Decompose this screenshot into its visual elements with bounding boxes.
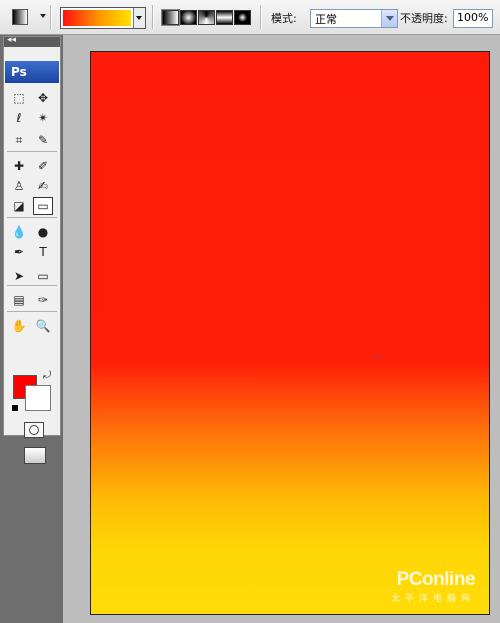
watermark-brand: PConline — [396, 569, 476, 590]
radial-gradient-button[interactable] — [180, 10, 197, 25]
healing-brush-tool-icon[interactable]: ✚ — [9, 157, 29, 175]
move-tool-icon[interactable]: ✥ — [33, 89, 53, 107]
gradient-picker[interactable] — [60, 7, 146, 29]
slice-tool-icon[interactable]: ✎ — [33, 131, 53, 149]
collapse-icon[interactable]: ◂◂ — [7, 35, 16, 45]
eyedropper-tool-icon[interactable]: ✑ — [33, 291, 53, 309]
reflected-gradient-button[interactable] — [216, 10, 233, 25]
mode-label: 模式: — [271, 12, 297, 25]
crop-tool-icon[interactable]: ⌗ — [9, 131, 29, 149]
lasso-tool-icon[interactable]: ℓ — [9, 109, 29, 127]
opacity-label: 不透明度: — [400, 12, 448, 25]
document-canvas[interactable]: PConline 太平洋电脑网 — [90, 51, 490, 615]
screen-mode-button[interactable] — [24, 447, 46, 464]
chevron-down-icon[interactable] — [381, 10, 397, 27]
eraser-tool-icon[interactable]: ◪ — [9, 197, 29, 215]
quick-mask-button[interactable] — [24, 422, 44, 438]
mode-select[interactable]: 正常 — [310, 9, 398, 28]
brush-tool-icon[interactable]: ✐ — [33, 157, 53, 175]
toolbox: ◂◂ Ps ⬚ ✥ ℓ ✴ ⌗ ✎ ✚ ✐ ♙ ✍ ◪ ▭ 💧 ● ✒ T ➤ ▭ ▤ ✑ ✋ 🔍 ⤾ — [3, 35, 61, 464]
toolbox-separator — [7, 151, 57, 152]
tool-preset-picker[interactable] — [12, 8, 46, 26]
options-bar: 模式: 正常 不透明度: 100% — [0, 0, 500, 35]
background-color-swatch[interactable] — [25, 385, 51, 411]
magic-wand-tool-icon[interactable]: ✴ — [33, 109, 53, 127]
gradient-tool-preset-icon — [12, 9, 28, 25]
type-tool-icon[interactable]: T — [33, 243, 53, 261]
default-colors-icon[interactable] — [11, 404, 19, 412]
toolbox-separator — [7, 217, 57, 218]
watermark-subtitle: 太平洋电脑网 — [390, 594, 475, 604]
opacity-input[interactable]: 100% — [453, 9, 493, 28]
pen-tool-icon[interactable]: ✒ — [9, 243, 29, 261]
zoom-tool-icon[interactable]: 🔍 — [33, 317, 53, 335]
opacity-value: 100% — [457, 11, 489, 24]
linear-gradient-button[interactable] — [162, 10, 179, 25]
clone-stamp-tool-icon[interactable]: ♙ — [9, 177, 29, 195]
angle-gradient-button[interactable] — [198, 10, 215, 25]
toolbox-header[interactable]: ◂◂ — [4, 35, 60, 47]
notes-tool-icon[interactable]: ▤ — [9, 291, 29, 309]
separator — [152, 5, 154, 29]
toolbox-separator — [7, 311, 57, 312]
blur-tool-icon[interactable]: 💧 — [9, 223, 29, 241]
gradient-preview[interactable] — [63, 10, 131, 26]
shape-tool-icon[interactable]: ▭ — [33, 267, 53, 285]
crosshair-cursor-icon — [372, 353, 381, 362]
path-selection-tool-icon[interactable]: ➤ — [9, 267, 29, 285]
hand-tool-icon[interactable]: ✋ — [9, 317, 29, 335]
swap-colors-icon[interactable]: ⤾ — [43, 370, 51, 381]
marquee-tool-icon[interactable]: ⬚ — [9, 89, 29, 107]
ps-logo[interactable]: Ps — [5, 61, 59, 83]
separator — [260, 5, 262, 29]
history-brush-tool-icon[interactable]: ✍ — [33, 177, 53, 195]
separator — [50, 5, 52, 29]
chevron-down-icon — [40, 14, 46, 18]
diamond-gradient-button[interactable] — [234, 10, 251, 25]
gradient-tool-icon[interactable]: ▭ — [33, 197, 53, 215]
gradient-dropdown-button[interactable] — [133, 8, 145, 28]
dodge-tool-icon[interactable]: ● — [33, 223, 53, 241]
watermark: PConline 太平洋电脑网 — [390, 569, 476, 604]
mode-value: 正常 — [315, 13, 337, 26]
toolbox-separator — [7, 285, 57, 286]
